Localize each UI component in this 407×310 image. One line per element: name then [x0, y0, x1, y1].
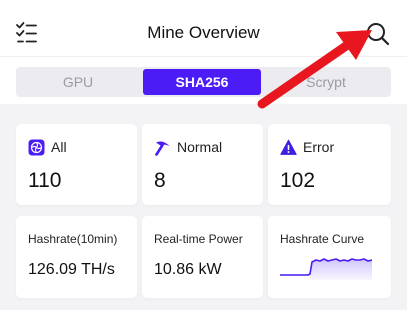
- sparkline-chart: [280, 258, 372, 280]
- tab-sha256[interactable]: SHA256: [143, 69, 261, 95]
- normal-miners-header: Normal: [154, 137, 222, 157]
- search-icon[interactable]: [364, 20, 392, 48]
- hashrate-curve-label: Hashrate Curve: [280, 232, 365, 246]
- tab-scrypt[interactable]: Scrypt: [267, 69, 385, 95]
- algorithm-tab-bar: GPU SHA256 Scrypt: [0, 56, 407, 104]
- hashrate-value: 126.09 TH/s: [28, 261, 115, 278]
- power-value: 10.86 kW: [154, 261, 222, 278]
- power-label: Real-time Power: [154, 232, 243, 246]
- error-miners-card[interactable]: Error 102: [268, 124, 391, 205]
- all-miners-count: 110: [28, 169, 62, 192]
- hashrate-curve-card[interactable]: Hashrate Curve: [268, 216, 391, 298]
- all-miners-card[interactable]: All 110: [16, 124, 137, 205]
- error-miners-count: 102: [280, 169, 316, 192]
- normal-miners-label: Normal: [177, 139, 223, 155]
- pickaxe-icon: [154, 139, 171, 156]
- error-miners-label: Error: [303, 139, 335, 155]
- top-bar: Mine Overview: [0, 0, 407, 56]
- normal-miners-count: 8: [154, 169, 166, 192]
- hashrate-label: Hashrate(10min): [28, 232, 118, 246]
- algorithm-segmented-control: GPU SHA256 Scrypt: [16, 67, 391, 97]
- warning-icon: [280, 139, 297, 156]
- hashrate-card[interactable]: Hashrate(10min) 126.09 TH/s: [16, 216, 137, 298]
- all-miners-icon: [28, 139, 45, 156]
- error-miners-header: Error: [280, 137, 334, 157]
- all-miners-header: All: [28, 137, 67, 157]
- power-card[interactable]: Real-time Power 10.86 kW: [142, 216, 263, 298]
- tab-gpu[interactable]: GPU: [19, 69, 137, 95]
- all-miners-label: All: [51, 139, 67, 155]
- page-title: Mine Overview: [147, 23, 260, 42]
- normal-miners-card[interactable]: Normal 8: [142, 124, 263, 205]
